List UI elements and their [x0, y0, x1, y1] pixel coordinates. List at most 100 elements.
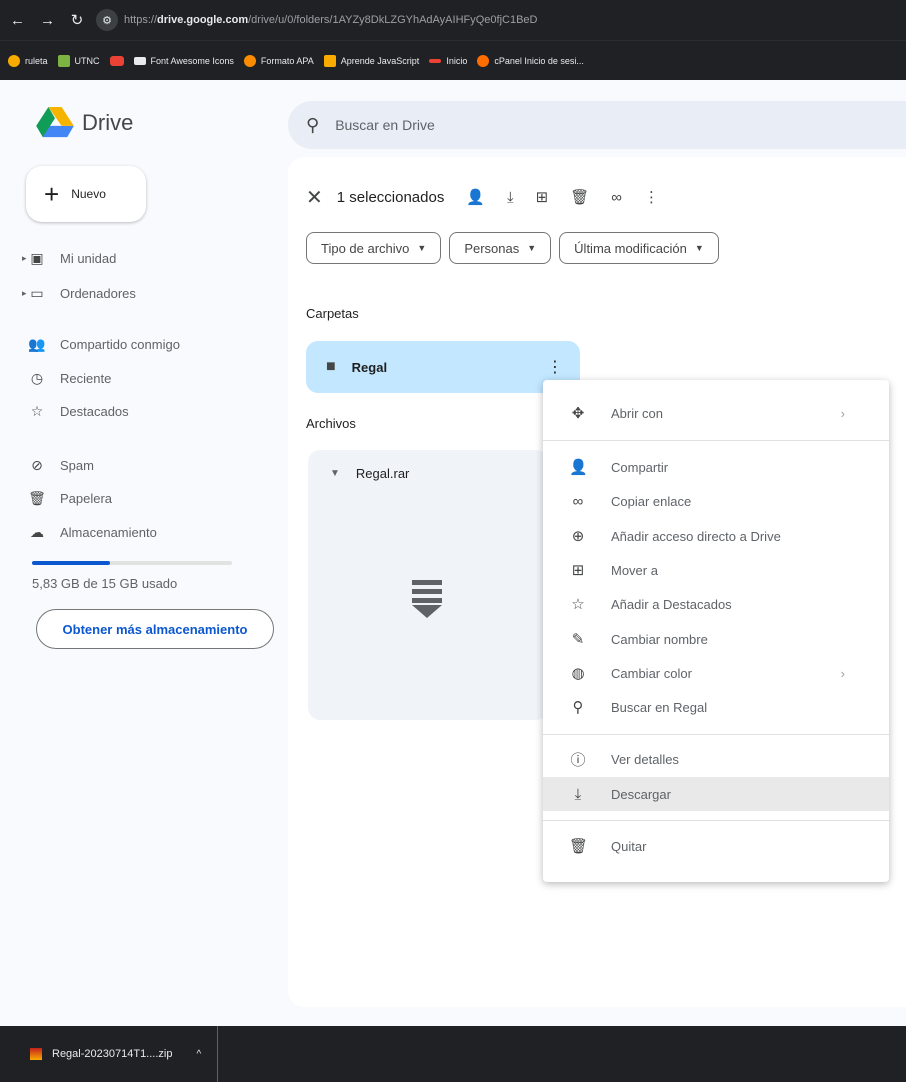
bookmark-favicon-icon: [57, 54, 70, 67]
trash-icon[interactable]: 🗑: [570, 188, 589, 206]
menu-item-rename[interactable]: ✎ Cambiar nombre: [543, 622, 889, 656]
folder-icon: ■: [326, 358, 336, 375]
sidebar-item-label: Almacenamiento: [60, 525, 157, 540]
search-bar[interactable]: ⚲: [288, 101, 906, 149]
bookmark-favicon-icon: [243, 54, 256, 67]
reload-icon[interactable]: ↻: [70, 11, 84, 29]
sidebar-item-label: Reciente: [60, 371, 112, 386]
menu-item-download[interactable]: ⤓ Descargar: [543, 777, 889, 811]
menu-item-add-starred[interactable]: ☆ Añadir a Destacados: [543, 587, 889, 621]
menu-item-label: Descargar: [611, 786, 671, 802]
trash-icon: 🗑: [28, 490, 46, 506]
link-icon: ∞: [572, 492, 584, 510]
file-card[interactable]: ▼ Regal.rar: [308, 450, 548, 720]
move-icon[interactable]: ⊞: [536, 188, 549, 206]
bookmark-aprende-javascript[interactable]: Aprende JavaScript: [323, 54, 419, 67]
bookmark-ruleta[interactable]: ruleta: [8, 54, 48, 67]
more-vert-icon[interactable]: ⋮: [540, 357, 570, 377]
new-button-label: Nuevo: [71, 187, 106, 201]
sidebar-item-label: Compartido conmigo: [60, 337, 180, 352]
sidebar-item-shared[interactable]: 👥 Compartido conmigo: [28, 336, 180, 353]
trash-icon: 🗑: [569, 838, 589, 855]
forward-arrow-icon[interactable]: →: [40, 12, 55, 29]
menu-item-add-shortcut[interactable]: ⊕ Añadir acceso directo a Drive: [543, 519, 889, 553]
shared-icon: 👥: [28, 336, 46, 352]
sidebar-item-recent[interactable]: ◷ Reciente: [28, 370, 111, 387]
info-icon: ⓘ: [570, 751, 586, 769]
menu-item-copy-link[interactable]: ∞ Copiar enlace: [543, 484, 889, 518]
menu-item-label: Copiar enlace: [611, 493, 692, 509]
chip-label: Última modificación: [574, 240, 687, 256]
new-button[interactable]: + Nuevo: [26, 166, 146, 222]
bookmark-utnc[interactable]: UTNC: [57, 54, 100, 67]
share-icon[interactable]: 👤: [466, 188, 485, 206]
sidebar-item-label: Ordenadores: [60, 286, 136, 301]
get-more-storage-button[interactable]: Obtener más almacenamiento: [36, 609, 274, 649]
rename-icon: ✎: [571, 631, 585, 648]
filter-last-modified[interactable]: Última modificación ▼: [559, 232, 719, 264]
sidebar-item-my-drive[interactable]: ▸ ▣ Mi unidad: [22, 250, 116, 267]
download-file-name: Regal-20230714T1....zip: [52, 1048, 173, 1060]
download-icon[interactable]: ⤓: [507, 189, 514, 206]
bookmark-font-awesome[interactable]: Font Awesome Icons: [133, 56, 234, 66]
bookmark-cpanel[interactable]: cPanel Inicio de sesi...: [477, 54, 584, 67]
bookmark-formato-apa[interactable]: Formato APA: [243, 54, 314, 67]
star-icon: ☆: [30, 403, 44, 419]
sidebar-item-trash[interactable]: 🗑 Papelera: [28, 490, 112, 507]
section-heading-folders: Carpetas: [306, 306, 359, 321]
sidebar-item-starred[interactable]: ☆ Destacados: [28, 403, 129, 420]
menu-item-label: Cambiar color: [611, 665, 692, 681]
menu-item-label: Mover a: [611, 562, 658, 578]
search-input[interactable]: [335, 117, 736, 133]
sidebar-item-spam[interactable]: ⊘ Spam: [28, 457, 94, 474]
open-with-icon: ✥: [571, 405, 585, 422]
menu-item-change-color[interactable]: ◍ Cambiar color ›: [543, 656, 889, 690]
drive-logo[interactable]: Drive: [36, 107, 133, 139]
file-name: Regal.rar: [355, 466, 410, 481]
sidebar-item-computers[interactable]: ▸ ▭ Ordenadores: [22, 285, 136, 302]
share-icon: 👤: [569, 459, 588, 476]
menu-item-remove[interactable]: 🗑 Quitar: [543, 829, 889, 863]
bookmark-favicon-icon: [8, 54, 20, 67]
back-arrow-icon[interactable]: ←: [10, 12, 25, 29]
clear-selection-icon[interactable]: ✕: [306, 185, 323, 210]
sidebar-item-label: Destacados: [60, 404, 129, 419]
sidebar-item-label: Spam: [60, 458, 94, 473]
menu-item-open-with[interactable]: ✥ Abrir con ›: [543, 396, 889, 430]
sidebar-item-storage[interactable]: ☁ Almacenamiento: [28, 524, 157, 541]
menu-item-view-details[interactable]: ⓘ Ver detalles: [543, 742, 889, 776]
address-bar[interactable]: https://drive.google.com/drive/u/0/folde…: [124, 14, 538, 26]
archive-thumbnail-icon: [412, 580, 442, 618]
move-icon: ⊞: [571, 562, 585, 579]
youtube-icon: [109, 55, 124, 66]
bookmark-youtube[interactable]: [109, 55, 124, 66]
site-settings-icon[interactable]: ⚙: [96, 9, 118, 31]
context-menu: ✥ Abrir con › 👤 Compartir ∞ Copiar enlac…: [543, 380, 889, 882]
search-icon[interactable]: ⚲: [306, 115, 319, 136]
search-icon: ⚲: [572, 699, 584, 716]
download-item[interactable]: Regal-20230714T1....zip ^: [0, 1026, 219, 1082]
bookmark-favicon-icon: [429, 58, 442, 63]
caret-right-icon[interactable]: ▸: [22, 288, 27, 299]
bookmarks-bar: ruleta UTNC Font Awesome Icons Formato A…: [0, 40, 906, 80]
folder-name: Regal: [351, 359, 388, 375]
bookmark-inicio[interactable]: Inicio: [429, 56, 467, 66]
download-shelf: Regal-20230714T1....zip ^: [0, 1026, 906, 1082]
menu-item-share[interactable]: 👤 Compartir: [543, 450, 889, 484]
filter-people[interactable]: Personas ▼: [449, 232, 552, 264]
filter-file-type[interactable]: Tipo de archivo ▼: [306, 232, 442, 264]
link-icon[interactable]: ∞: [611, 189, 622, 206]
file-card-header: ▼ Regal.rar: [330, 466, 409, 481]
menu-item-label: Añadir acceso directo a Drive: [611, 528, 781, 544]
cpanel-icon: [477, 54, 490, 67]
chevron-up-icon[interactable]: ^: [196, 1049, 201, 1060]
shortcut-icon: ⊕: [571, 528, 585, 545]
caret-right-icon[interactable]: ▸: [22, 253, 27, 264]
folder-item[interactable]: ■ Regal ⋮: [306, 341, 580, 393]
menu-item-move-to[interactable]: ⊞ Mover a: [543, 553, 889, 587]
menu-item-label: Buscar en Regal: [611, 699, 708, 715]
menu-item-search-in-folder[interactable]: ⚲ Buscar en Regal: [543, 690, 889, 724]
more-vert-icon[interactable]: ⋮: [644, 188, 659, 206]
menu-item-label: Ver detalles: [611, 751, 679, 767]
palette-icon: ◍: [571, 665, 585, 682]
